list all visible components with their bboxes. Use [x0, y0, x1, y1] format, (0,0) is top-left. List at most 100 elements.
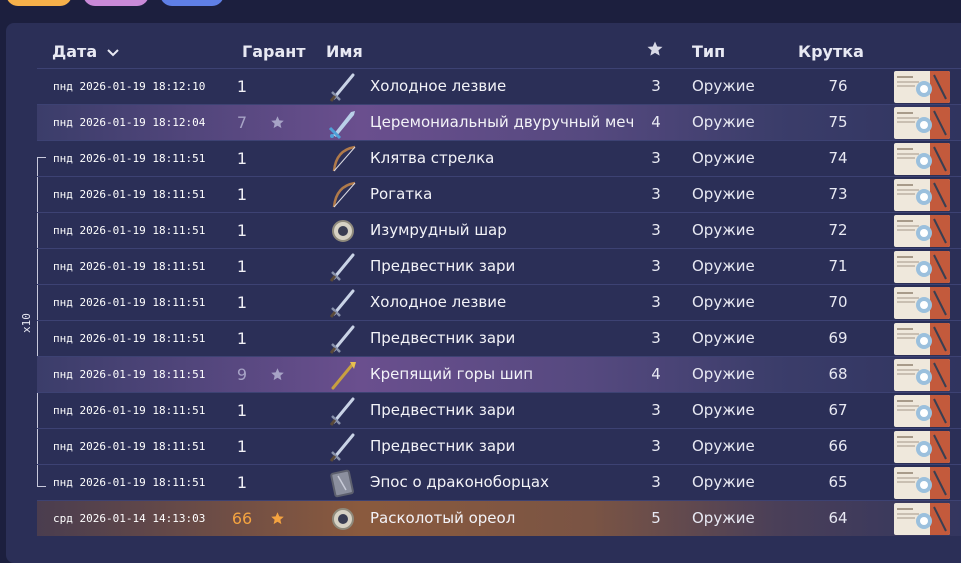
row-roll-number: 75 — [828, 113, 848, 131]
banner-thumbnail[interactable] — [894, 431, 950, 463]
claymore-icon — [326, 106, 360, 140]
row-pity-number: 1 — [236, 401, 248, 420]
pity-star-icon — [270, 358, 285, 393]
row-type: Оружие — [692, 473, 755, 491]
row-pity-number: 9 — [236, 365, 248, 384]
banner-thumbnail[interactable] — [894, 395, 950, 427]
row-pity-number: 7 — [236, 113, 248, 132]
row-rarity: 3 — [651, 329, 661, 347]
catalyst-icon — [326, 502, 360, 536]
book-icon — [326, 466, 360, 500]
table-row: пнд 2026-01-19 18:11:51 1 Изумрудный шар… — [37, 212, 961, 248]
row-pity-number: 66 — [231, 509, 253, 528]
banner-thumbnail[interactable] — [894, 359, 950, 391]
row-pity-number: 1 — [236, 77, 248, 96]
row-pity: 1 — [227, 177, 317, 212]
row-item-name: Крепящий горы шип — [370, 365, 534, 383]
row-rarity: 3 — [651, 221, 661, 239]
table-row: пнд 2026-01-19 18:11:51 1 Эпос о драконо… — [37, 464, 961, 500]
row-rarity: 3 — [651, 77, 661, 95]
banner-thumbnail[interactable] — [894, 251, 950, 283]
row-type: Оружие — [692, 113, 755, 131]
filter-pill-orange[interactable] — [6, 0, 72, 6]
sword-icon — [326, 430, 360, 464]
banner-thumbnail[interactable] — [894, 215, 950, 247]
banner-thumbnail[interactable] — [894, 71, 950, 103]
row-date: пнд 2026-01-19 18:11:51 — [53, 368, 206, 381]
sword-icon — [326, 70, 360, 104]
filter-pill-pink[interactable] — [83, 0, 149, 6]
sword-icon — [326, 322, 360, 356]
column-date-sort[interactable]: Дата — [52, 42, 119, 61]
table-row: пнд 2026-01-19 18:11:51 1 Предвестник за… — [37, 428, 961, 464]
row-type: Оружие — [692, 221, 755, 239]
row-type: Оружие — [692, 401, 755, 419]
row-rarity: 3 — [651, 257, 661, 275]
row-pity: 1 — [227, 249, 317, 284]
table-row: пнд 2026-01-19 18:11:51 1 Предвестник за… — [37, 392, 961, 428]
polearm-icon — [326, 358, 360, 392]
row-pity: 1 — [227, 321, 317, 356]
bow-icon — [326, 142, 360, 176]
row-item-name: Предвестник зари — [370, 401, 516, 419]
row-date: пнд 2026-01-19 18:12:10 — [53, 80, 206, 93]
row-pity: 1 — [227, 429, 317, 464]
column-name-label: Имя — [326, 42, 363, 61]
row-type: Оружие — [692, 149, 755, 167]
row-rarity: 3 — [651, 293, 661, 311]
row-pity: 1 — [227, 285, 317, 320]
row-rarity: 3 — [651, 401, 661, 419]
row-item-name: Рогатка — [370, 185, 433, 203]
column-type-label: Тип — [692, 42, 726, 61]
row-date: пнд 2026-01-19 18:11:51 — [53, 152, 206, 165]
row-item-name: Предвестник зари — [370, 437, 516, 455]
row-pity-number: 1 — [236, 257, 248, 276]
row-item-name: Холодное лезвие — [370, 293, 507, 311]
row-roll-number: 71 — [828, 257, 848, 275]
row-roll-number: 65 — [828, 473, 848, 491]
row-type: Оружие — [692, 257, 755, 275]
pity-star-icon — [270, 502, 285, 537]
bow-icon — [326, 178, 360, 212]
row-pity: 1 — [227, 69, 317, 104]
table-header: Дата Гарант Имя Тип Крутка — [0, 31, 961, 67]
row-pity: 1 — [227, 393, 317, 428]
row-type: Оружие — [692, 509, 755, 527]
row-pity-number: 1 — [236, 185, 248, 204]
table-row: пнд 2026-01-19 18:12:10 1 Холодное лезви… — [37, 68, 961, 104]
row-pity-number: 1 — [236, 149, 248, 168]
row-date: пнд 2026-01-19 18:11:51 — [53, 224, 206, 237]
row-date: срд 2026-01-14 14:13:03 — [53, 512, 206, 525]
history-table: пнд 2026-01-19 18:12:10 1 Холодное лезви… — [37, 68, 961, 536]
banner-thumbnail[interactable] — [894, 107, 950, 139]
row-roll-number: 72 — [828, 221, 848, 239]
row-type: Оружие — [692, 365, 755, 383]
row-date: пнд 2026-01-19 18:11:51 — [53, 188, 206, 201]
filter-pill-blue[interactable] — [160, 0, 224, 6]
banner-thumbnail[interactable] — [894, 179, 950, 211]
table-row: пнд 2026-01-19 18:12:04 7 Церемониальный… — [37, 104, 961, 140]
row-roll-number: 73 — [828, 185, 848, 203]
row-rarity: 3 — [651, 437, 661, 455]
sword-icon — [326, 286, 360, 320]
row-type: Оружие — [692, 293, 755, 311]
row-date: пнд 2026-01-19 18:11:51 — [53, 440, 206, 453]
column-pity-label: Гарант — [242, 42, 306, 61]
row-date: пнд 2026-01-19 18:11:51 — [53, 332, 206, 345]
column-roll-label: Крутка — [798, 42, 864, 61]
banner-thumbnail[interactable] — [894, 287, 950, 319]
row-item-name: Предвестник зари — [370, 329, 516, 347]
row-pity: 1 — [227, 141, 317, 176]
banner-thumbnail[interactable] — [894, 503, 950, 535]
banner-thumbnail[interactable] — [894, 467, 950, 499]
row-item-name: Эпос о драконоборцах — [370, 473, 549, 491]
row-pity-number: 1 — [236, 221, 248, 240]
row-item-name: Предвестник зари — [370, 257, 516, 275]
banner-thumbnail[interactable] — [894, 143, 950, 175]
row-type: Оружие — [692, 329, 755, 347]
row-item-name: Изумрудный шар — [370, 221, 507, 239]
banner-thumbnail[interactable] — [894, 323, 950, 355]
table-row: пнд 2026-01-19 18:11:51 1 Рогатка 3 Оруж… — [37, 176, 961, 212]
row-type: Оружие — [692, 77, 755, 95]
row-rarity: 3 — [651, 185, 661, 203]
